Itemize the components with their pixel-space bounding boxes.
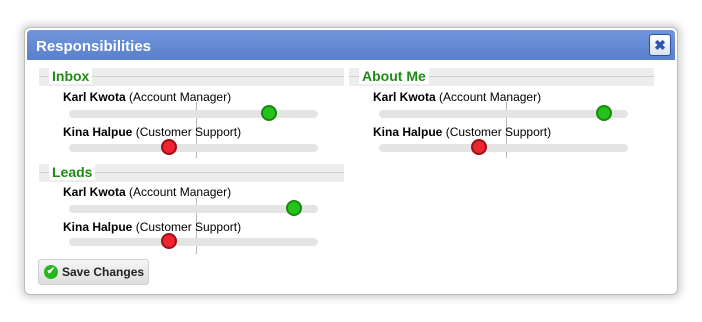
responsibility-slider[interactable] [69, 233, 318, 249]
slider-handle[interactable] [286, 200, 302, 216]
save-changes-button[interactable]: ✔ Save Changes [38, 259, 149, 285]
responsibility-slider[interactable] [379, 105, 628, 121]
person-label: Kina Halpue (Customer Support) [63, 220, 242, 234]
section-header: Inbox [39, 68, 344, 86]
slider-handle[interactable] [261, 105, 277, 121]
section-header: About Me [349, 68, 654, 86]
responsibility-slider[interactable] [69, 139, 318, 155]
section-about-me: About Me Karl Kwota (Account Manager) Ki… [349, 68, 654, 158]
slider-handle[interactable] [596, 105, 612, 121]
slider-handle[interactable] [161, 139, 177, 155]
save-changes-label: Save Changes [62, 265, 145, 279]
responsibilities-dialog: Responsibilities ✖ Inbox Karl Kwota (Acc… [24, 27, 678, 295]
person-label: Kina Halpue (Customer Support) [373, 125, 552, 139]
check-circle-icon: ✔ [44, 265, 58, 279]
responsibility-slider[interactable] [379, 139, 628, 155]
slider-handle[interactable] [471, 139, 487, 155]
person-label: Karl Kwota (Account Manager) [63, 90, 232, 104]
responsibility-slider[interactable] [69, 105, 318, 121]
slider-handle[interactable] [161, 233, 177, 249]
close-icon[interactable]: ✖ [649, 34, 671, 56]
section-title: About Me [359, 68, 429, 84]
person-label: Karl Kwota (Account Manager) [373, 90, 542, 104]
section-inbox: Inbox Karl Kwota (Account Manager) Kina … [39, 68, 344, 158]
responsibility-slider[interactable] [69, 200, 318, 216]
person-label: Karl Kwota (Account Manager) [63, 185, 232, 199]
dialog-titlebar[interactable]: Responsibilities ✖ [27, 30, 675, 60]
section-header: Leads [39, 164, 344, 182]
dialog-title: Responsibilities [36, 38, 152, 55]
person-label: Kina Halpue (Customer Support) [63, 125, 242, 139]
section-leads: Leads Karl Kwota (Account Manager) Kina … [39, 164, 344, 254]
section-title: Leads [49, 164, 96, 180]
section-title: Inbox [49, 68, 93, 84]
